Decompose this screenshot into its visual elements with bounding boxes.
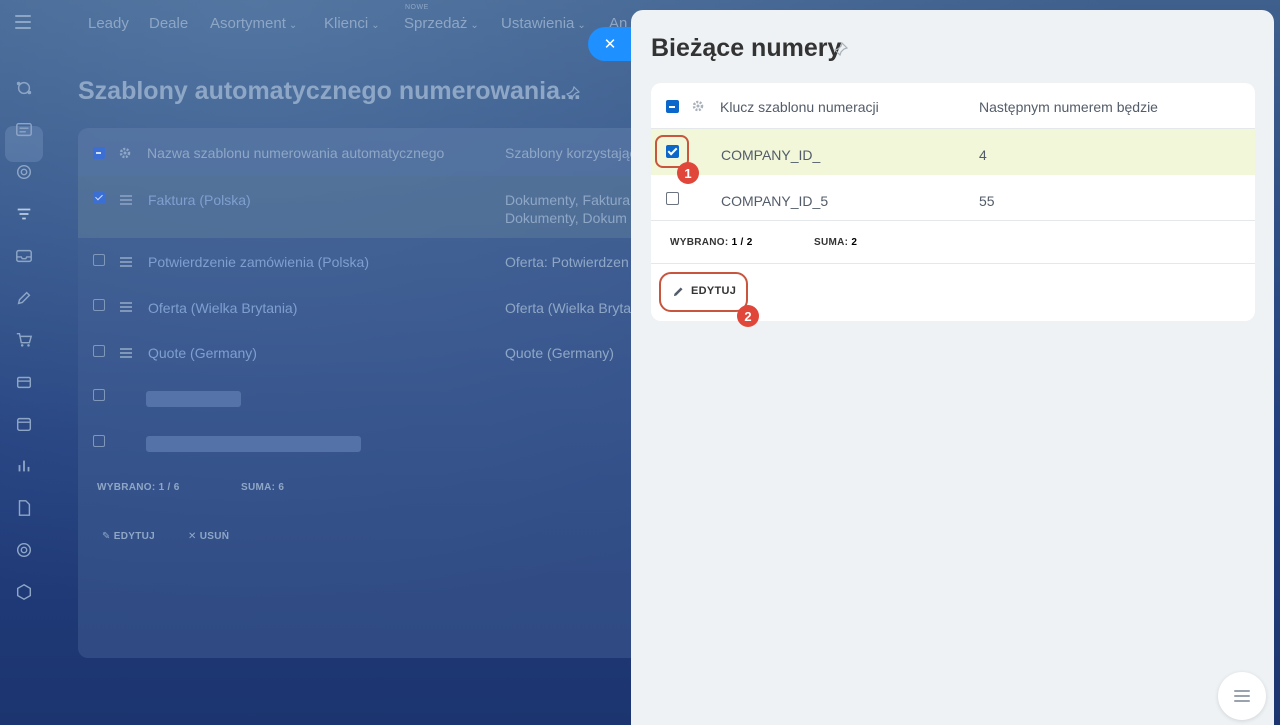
highlight-edit-button <box>659 272 748 312</box>
background-edit-button[interactable]: ✎ EDYTUJ <box>102 531 155 542</box>
drag-handle-icon[interactable] <box>120 302 132 314</box>
top-navigation: Leady Deale Asortyment ⌄ Klienci ⌄ NOWE Sp… <box>0 0 640 48</box>
filter-icon[interactable] <box>14 204 34 224</box>
calendar-icon[interactable] <box>14 414 34 434</box>
row-checkbox[interactable] <box>93 435 105 447</box>
row-name-link[interactable]: Potwierdzenie zamówienia (Polska) <box>148 254 369 270</box>
inbox-icon[interactable] <box>14 246 34 266</box>
page-title: Szablony automatycznego numerowania... <box>78 77 581 105</box>
drag-handle-icon[interactable] <box>120 348 132 360</box>
row-checkbox[interactable] <box>93 254 105 266</box>
selected-value: 1 / 2 <box>731 237 753 248</box>
close-icon: ✕ <box>603 36 617 53</box>
pin-icon[interactable] <box>834 42 848 56</box>
selected-counter: WYBRANO: 1 / 2 <box>670 237 753 248</box>
gear-icon[interactable] <box>691 99 705 113</box>
total-counter: SUMA: 2 <box>814 237 857 248</box>
nav-label: Leady <box>88 15 129 32</box>
row-name-link[interactable]: Faktura (Polska) <box>148 192 251 208</box>
row-templates: Oferta: Potwierdzen <box>505 254 629 270</box>
delete-label: USUŃ <box>199 531 230 542</box>
total-counter: SUMA: 6 <box>241 482 284 493</box>
row-key: COMPANY_ID_ <box>721 147 821 163</box>
row-name-link[interactable]: Oferta (Wielka Brytania) <box>148 300 297 316</box>
row-next-number: 55 <box>979 193 995 209</box>
nav-item-sales[interactable]: Sprzedaż ⌄ <box>404 15 479 32</box>
nav-item-settings[interactable]: Ustawienia ⌄ <box>501 15 586 32</box>
nav-item-assortment[interactable]: Asortyment ⌄ <box>210 15 297 32</box>
background-delete-button[interactable]: ✕ USUŃ <box>188 531 229 542</box>
table-row[interactable]: COMPANY_ID_ 4 <box>651 129 1255 175</box>
analytics-icon[interactable] <box>14 456 34 476</box>
column-header-next: Następnym numerem będzie <box>979 99 1158 115</box>
column-header-templates: Szablony korzystając <box>505 145 637 161</box>
gear-icon[interactable] <box>118 146 132 160</box>
row-templates: Dokumenty, Faktura <box>505 192 631 208</box>
select-all-checkbox[interactable] <box>93 147 105 159</box>
at-sign-icon[interactable] <box>14 540 34 560</box>
panel-title: Bieżące numery <box>651 34 842 62</box>
selected-label: WYBRANO: <box>97 482 156 493</box>
chevron-down-icon: ⌄ <box>371 20 380 31</box>
column-header-name: Nazwa szablonu numerowania automatyczneg… <box>147 145 445 161</box>
nav-label: Deale <box>149 15 189 32</box>
nav-item-clients[interactable]: Klienci ⌄ <box>324 15 380 32</box>
row-name-link[interactable]: Quote (Germany) <box>148 345 257 361</box>
loading-placeholder <box>146 391 241 407</box>
pen-icon[interactable] <box>14 288 34 308</box>
nav-label: Sprzedaż <box>404 15 468 32</box>
table-row[interactable]: COMPANY_ID_5 55 <box>651 175 1255 221</box>
nav-label: Asortyment <box>210 15 286 32</box>
total-value: 6 <box>278 482 285 493</box>
step-badge-1: 1 <box>677 162 699 184</box>
select-all-checkbox[interactable] <box>666 100 679 113</box>
column-header-key: Klucz szablonu numeracji <box>720 99 879 115</box>
row-next-number: 4 <box>979 147 987 163</box>
row-key: COMPANY_ID_5 <box>721 193 829 209</box>
chevron-down-icon: ⌄ <box>470 20 479 31</box>
row-templates: Dokumenty, Dokum <box>505 210 627 226</box>
grid-footer: WYBRANO: 1 / 2 SUMA: 2 <box>651 221 1255 264</box>
crm-icon[interactable] <box>14 78 34 98</box>
new-badge: NOWE <box>405 4 429 11</box>
selected-value: 1 / 6 <box>158 482 180 493</box>
nav-item-leads[interactable]: Leady <box>88 15 129 32</box>
loading-placeholder <box>146 436 361 452</box>
total-label: SUMA: <box>814 237 849 248</box>
target-icon[interactable] <box>14 162 34 182</box>
row-checkbox[interactable] <box>93 345 105 357</box>
total-label: SUMA: <box>241 482 276 493</box>
total-value: 2 <box>851 237 858 248</box>
menu-icon[interactable] <box>15 15 31 29</box>
row-checkbox[interactable] <box>93 389 105 401</box>
selected-label: WYBRANO: <box>670 237 729 248</box>
selected-counter: WYBRANO: 1 / 6 <box>97 482 180 493</box>
nav-item-deals[interactable]: Deale <box>149 15 188 32</box>
step-badge-2: 2 <box>737 305 759 327</box>
row-templates: Oferta (Wielka Bryta <box>505 300 632 316</box>
pin-icon[interactable] <box>566 86 580 100</box>
grid-header-row: Klucz szablonu numeracji Następnym numer… <box>651 83 1255 129</box>
document-icon[interactable] <box>14 498 34 518</box>
list-icon <box>1234 687 1250 705</box>
contact-card-icon[interactable] <box>14 120 34 140</box>
row-checkbox[interactable] <box>666 192 679 205</box>
row-checkbox[interactable] <box>93 192 105 204</box>
cart-icon[interactable] <box>14 330 34 350</box>
nav-label: Ustawienia <box>501 15 575 32</box>
row-checkbox[interactable] <box>93 299 105 311</box>
drag-handle-icon[interactable] <box>120 195 132 207</box>
current-numbers-panel: Bieżące numery Klucz szablonu numeracji … <box>631 10 1274 725</box>
store-icon[interactable] <box>14 372 34 392</box>
chevron-down-icon: ⌄ <box>577 20 586 31</box>
row-templates: Quote (Germany) <box>505 345 614 361</box>
nav-label: Klienci <box>324 15 369 32</box>
chevron-down-icon: ⌄ <box>288 20 298 31</box>
floating-menu-button[interactable] <box>1218 672 1266 720</box>
cube-icon[interactable] <box>14 582 34 602</box>
edit-label: EDYTUJ <box>113 531 156 542</box>
drag-handle-icon[interactable] <box>120 257 132 269</box>
